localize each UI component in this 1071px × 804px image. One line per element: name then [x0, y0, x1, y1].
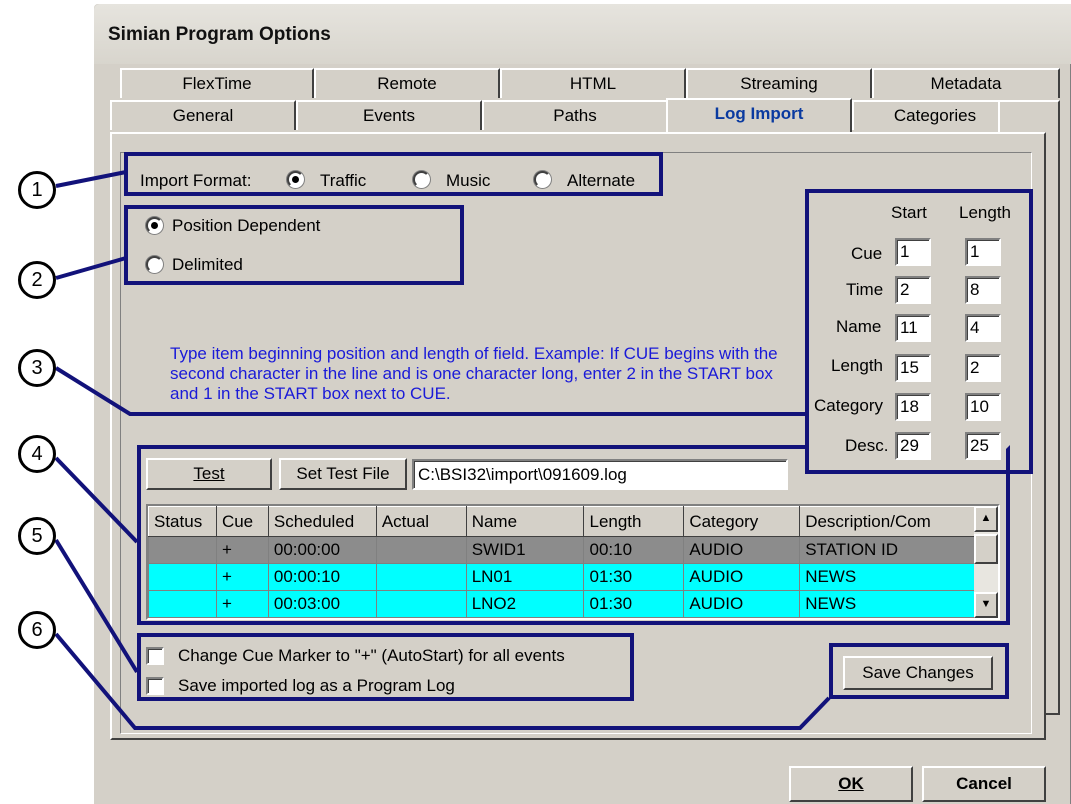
callout-6: 6 — [18, 611, 56, 649]
callout-1: 1 — [18, 171, 56, 209]
callout-3: 3 — [18, 349, 56, 387]
callout-2: 2 — [18, 261, 56, 299]
callout-connectors — [54, 170, 831, 730]
callout-4: 4 — [18, 435, 56, 473]
callout-5: 5 — [18, 517, 56, 555]
